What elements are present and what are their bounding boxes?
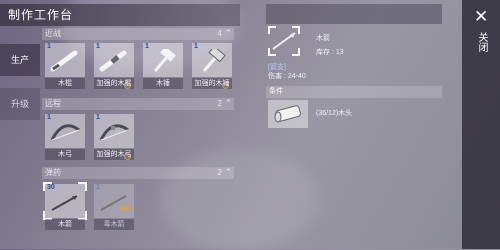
poison-arrow-icon <box>100 195 130 211</box>
reinforced-club-icon <box>99 50 127 72</box>
close-icon[interactable]: ✕ <box>474 7 488 27</box>
chevron-up-icon[interactable]: ⌃ <box>224 166 232 178</box>
condition-header: 条件 <box>266 86 442 98</box>
close-label: 关闭 <box>476 32 487 52</box>
wooden-bow-icon <box>50 124 80 141</box>
recipe-list: 近战 4 ⌃ 1 木棍 1 加强的木棍 1 木锤 1 加强的木锤 远程 2 ⌃ … <box>42 28 238 249</box>
category-name: 近战 <box>45 29 61 38</box>
recipe-item[interactable]: 1 木弓 <box>45 114 85 161</box>
recipe-item[interactable]: 1 木锤 <box>143 43 183 90</box>
category-count: 4 <box>217 29 222 38</box>
side-tabs: 生产 升级 <box>0 44 40 120</box>
category-name: 弹药 <box>45 168 61 177</box>
recipe-item[interactable]: 1 毒木箭 <box>94 184 134 231</box>
category-header-ranged[interactable]: 远程 2 ⌃ <box>42 98 234 110</box>
category-header-ammo[interactable]: 弹药 2 ⌃ <box>42 167 234 179</box>
material-requirement: (36/12)木头 <box>316 110 353 117</box>
item-label: 加强的木棍 <box>94 78 134 89</box>
item-label: 木棍 <box>45 78 85 89</box>
detail-item-frame <box>268 26 300 56</box>
category-header-melee[interactable]: 近战 4 ⌃ <box>42 28 234 40</box>
detail-header <box>266 4 442 24</box>
recipe-item-selected[interactable]: 30 木箭 <box>43 182 87 231</box>
panel-title: 制作工作台 <box>0 4 240 26</box>
wooden-arrow-icon <box>272 32 296 50</box>
detail-stock: 库存 : 13 <box>316 49 344 56</box>
detail-item-name: 木箭 <box>316 35 330 42</box>
item-label: 加强的木锤 <box>192 78 232 89</box>
item-label: 木箭 <box>45 219 85 230</box>
tab-production[interactable]: 生产 <box>0 44 40 76</box>
recipe-item[interactable]: 1 加强的木弓 <box>94 114 134 161</box>
category-name: 远程 <box>45 99 61 108</box>
item-label: 毒木箭 <box>94 219 134 230</box>
recipe-item[interactable]: 1 木棍 <box>45 43 85 90</box>
item-label: 木锤 <box>143 78 183 89</box>
material-slot <box>268 100 308 128</box>
item-label: 加强的木弓 <box>94 149 134 160</box>
item-label: 木弓 <box>45 149 85 160</box>
selection-frame <box>43 182 87 220</box>
recipe-item[interactable]: 1 加强的木锤 <box>192 43 232 90</box>
detail-panel: 木箭 库存 : 13 [箭支] 伤害 : 24-40 <box>266 4 442 80</box>
reinforced-bow-icon <box>99 124 129 141</box>
tab-upgrade[interactable]: 升级 <box>0 88 40 120</box>
wood-log-icon <box>274 105 301 123</box>
close-button[interactable]: ✕ 关闭 <box>462 0 500 249</box>
chevron-up-icon[interactable]: ⌃ <box>224 27 232 39</box>
wooden-hammer-icon <box>153 49 176 72</box>
reinforced-hammer-icon <box>202 49 226 72</box>
detail-damage: 伤害 : 24-40 <box>268 73 306 80</box>
chevron-up-icon[interactable]: ⌃ <box>224 97 232 109</box>
wooden-club-icon <box>50 50 78 72</box>
category-count: 2 <box>217 168 222 177</box>
recipe-item[interactable]: 1 加强的木棍 <box>94 43 134 90</box>
category-count: 2 <box>217 99 222 108</box>
